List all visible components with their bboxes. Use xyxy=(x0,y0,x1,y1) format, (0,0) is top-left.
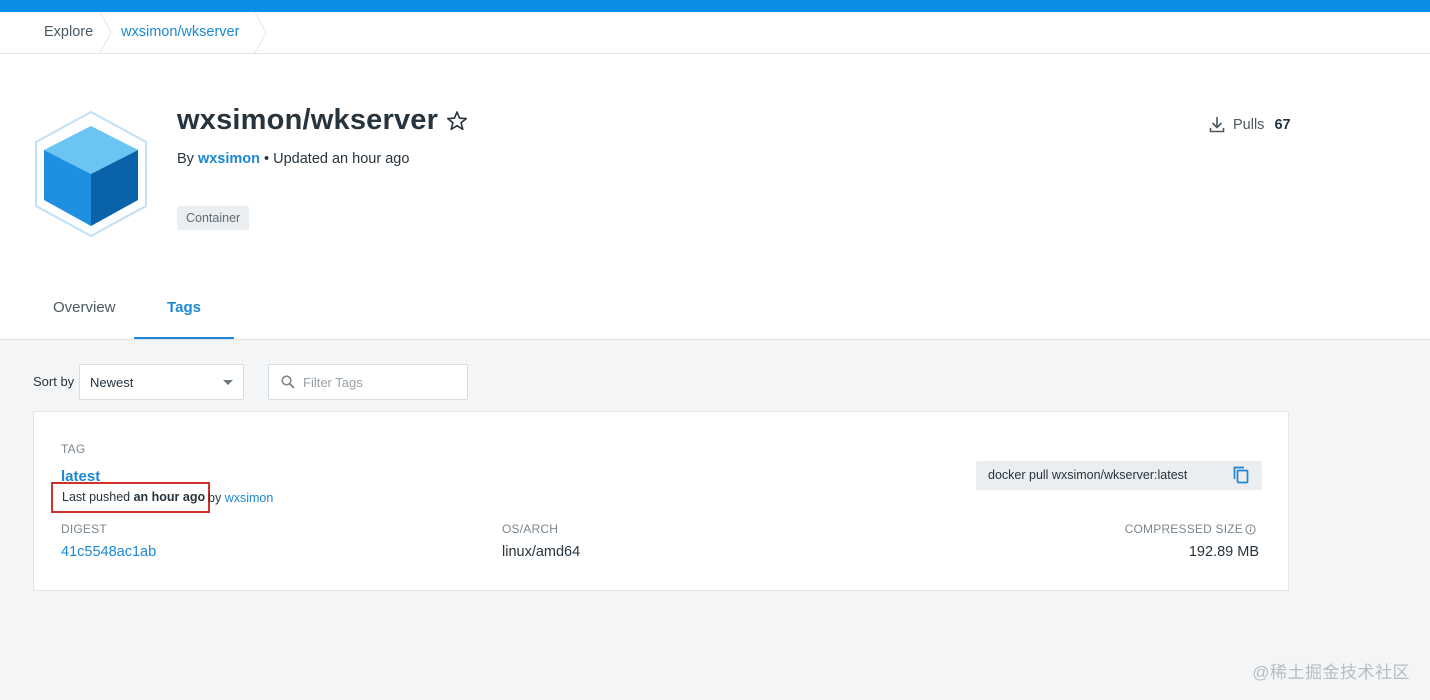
compressed-size-label: COMPRESSED SIZE xyxy=(1124,522,1243,536)
repo-byline: By wxsimon • Updated an hour ago xyxy=(177,151,410,167)
star-icon[interactable] xyxy=(446,110,468,132)
info-icon[interactable] xyxy=(1245,524,1256,535)
search-icon xyxy=(281,375,295,389)
digest-link[interactable]: 41c5548ac1ab xyxy=(61,544,156,560)
pull-command-box: docker pull wxsimon/wkserver:latest xyxy=(976,461,1262,490)
chevron-down-icon xyxy=(223,380,233,385)
pushed-time: an hour ago xyxy=(133,490,206,504)
tab-overview[interactable]: Overview xyxy=(53,284,116,339)
breadcrumb-repo[interactable]: wxsimon/wkserver xyxy=(121,12,239,53)
updated-text: • Updated an hour ago xyxy=(260,151,410,167)
sort-label: Sort by xyxy=(33,374,75,389)
compressed-size-value: 192.89 MB xyxy=(1188,544,1259,560)
pulls-stat: Pulls 67 xyxy=(1209,116,1291,133)
filter-tags xyxy=(268,364,468,400)
tag-column-label: TAG xyxy=(61,442,86,456)
download-icon xyxy=(1209,117,1225,133)
pull-command: docker pull wxsimon/wkserver:latest xyxy=(988,468,1188,482)
copy-icon[interactable] xyxy=(1233,466,1249,484)
container-badge: Container xyxy=(177,206,250,230)
watermark: @稀土掘金技术社区 xyxy=(1252,663,1410,682)
top-accent-bar xyxy=(0,0,1430,12)
sort-select[interactable]: Newest xyxy=(79,364,244,400)
osarch-value: linux/amd64 xyxy=(502,544,581,560)
breadcrumb-separator-icon xyxy=(99,12,112,53)
tag-card: TAG latest Last pushed an hour ago by wx… xyxy=(33,411,1289,591)
container-cube-icon xyxy=(35,110,147,238)
tab-tags[interactable]: Tags xyxy=(134,284,234,339)
repo-header: wxsimon/wkserver By wxsimon • Updated an… xyxy=(0,54,1430,340)
pushed-by: by wxsimon xyxy=(208,491,274,505)
author-link[interactable]: wxsimon xyxy=(198,151,260,167)
sort-value: Newest xyxy=(90,375,134,390)
breadcrumb: Explore wxsimon/wkserver xyxy=(0,12,1430,54)
pushed-by-user-link[interactable]: wxsimon xyxy=(225,491,274,505)
tags-content: Sort by Newest TAG latest Last pushed an… xyxy=(0,340,1430,700)
pulls-label: Pulls xyxy=(1233,116,1265,133)
osarch-label: OS/ARCH xyxy=(502,522,559,536)
repo-title: wxsimon/wkserver xyxy=(177,104,439,136)
pulls-count: 67 xyxy=(1274,116,1291,133)
breadcrumb-separator-icon xyxy=(254,12,267,53)
last-pushed-text: Last pushed an hour ago xyxy=(51,482,211,513)
filter-tags-input[interactable] xyxy=(303,372,458,392)
breadcrumb-explore[interactable]: Explore xyxy=(44,12,93,53)
digest-label: DIGEST xyxy=(61,522,107,536)
